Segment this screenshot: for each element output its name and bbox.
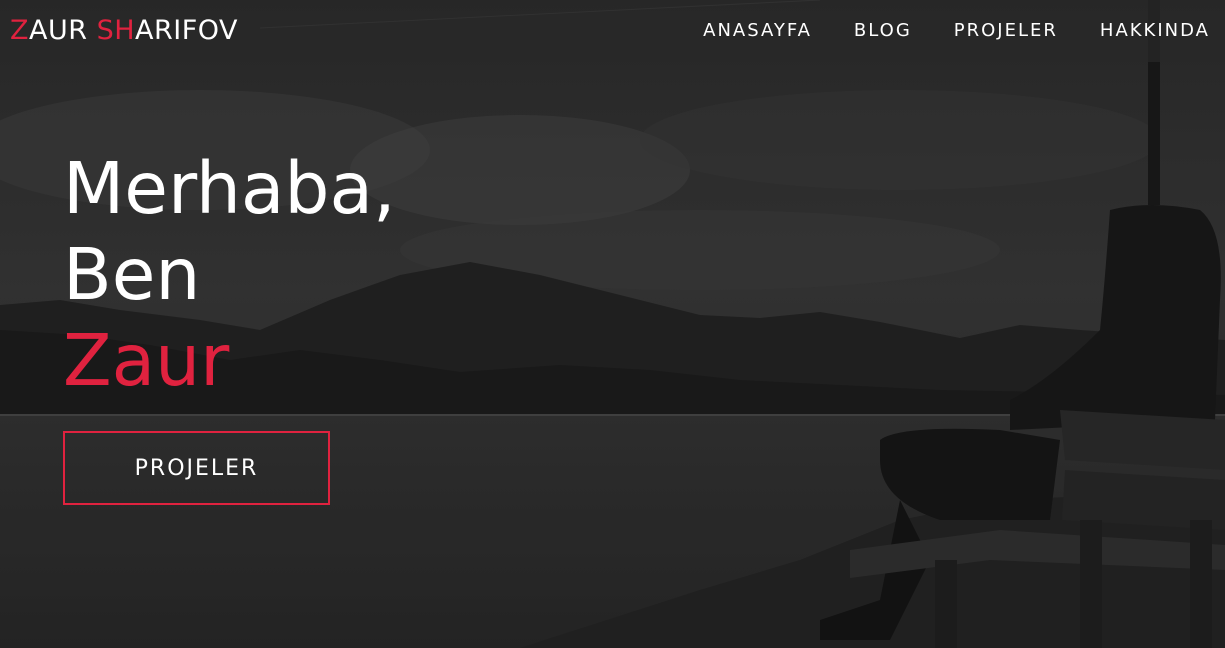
hero-intro: Ben <box>63 233 201 316</box>
nav-link-anasayfa[interactable]: ANASAYFA <box>703 18 812 44</box>
hero-name: Zaur <box>63 319 230 402</box>
nav-link-hakkinda[interactable]: HAKKINDA <box>1100 18 1210 44</box>
logo-text-part-2: ARIFOV <box>135 15 239 46</box>
logo-initial: Z <box>10 15 29 46</box>
hero-headline: Merhaba, Ben Zaur <box>63 146 396 404</box>
nav-link-projeler[interactable]: PROJELER <box>954 18 1058 44</box>
logo-text-part: AUR <box>29 15 97 46</box>
projects-button[interactable]: PROJELER <box>63 431 330 505</box>
hero-greeting: Merhaba, <box>63 147 396 230</box>
nav-link-blog[interactable]: BLOG <box>854 18 912 44</box>
top-navbar: ZAUR SHARIFOV ANASAYFA BLOG PROJELER HAK… <box>0 0 1225 62</box>
site-logo[interactable]: ZAUR SHARIFOV <box>10 13 238 49</box>
logo-accent-part: SH <box>96 15 136 46</box>
main-nav: ANASAYFA BLOG PROJELER HAKKINDA <box>661 18 1210 44</box>
